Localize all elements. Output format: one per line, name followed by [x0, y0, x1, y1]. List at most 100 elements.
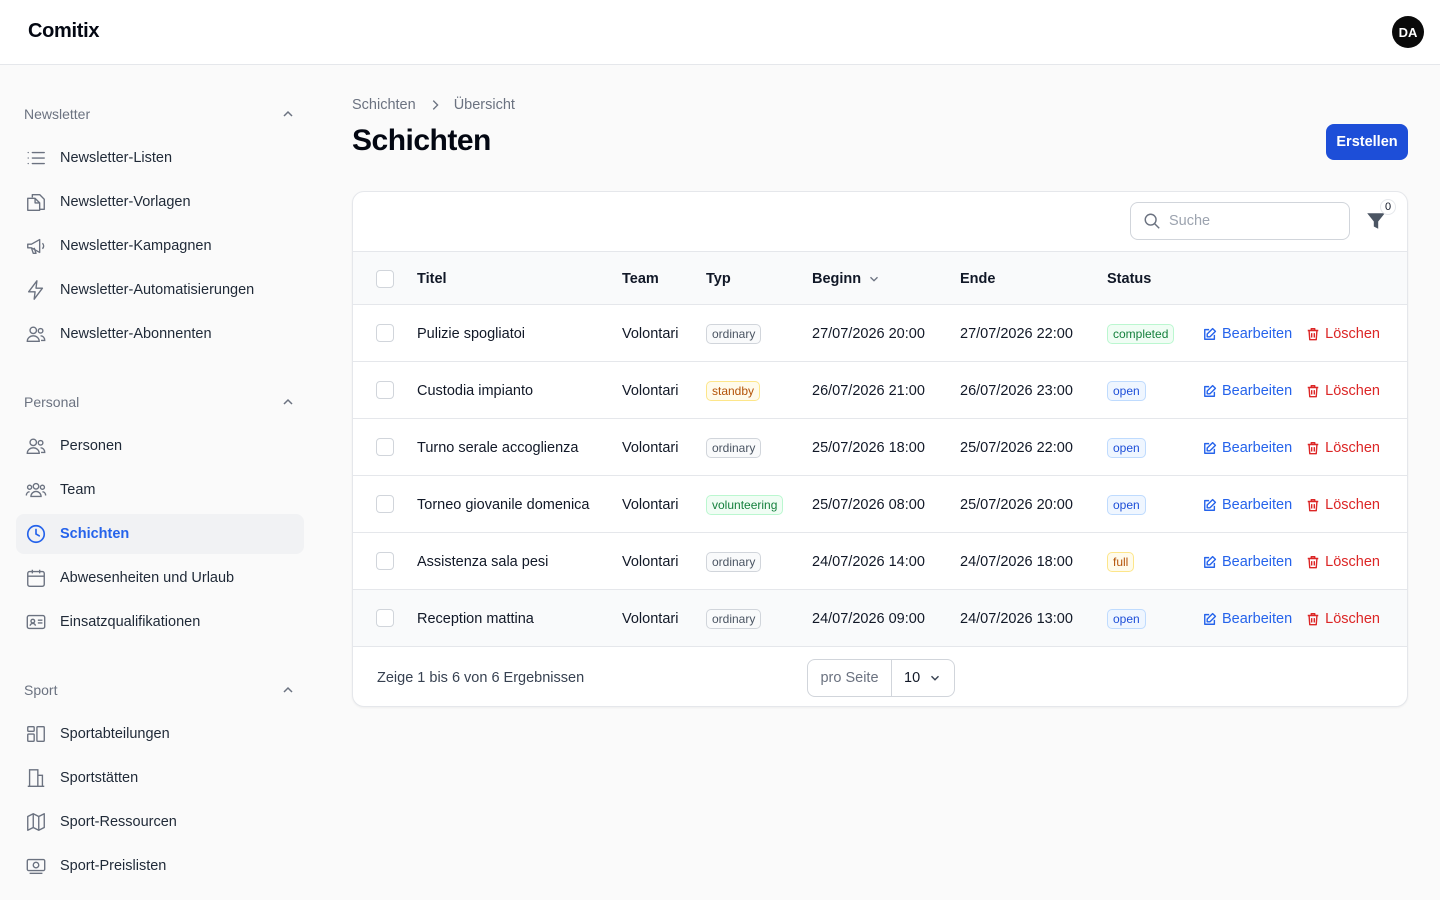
edit-label: Bearbeiten — [1222, 496, 1293, 513]
sidebar-item-sportstaetten[interactable]: Sportstätten — [16, 758, 304, 798]
breadcrumb: Schichten Übersicht — [352, 97, 515, 113]
column-header-end[interactable]: Ende — [960, 252, 995, 305]
column-header-status[interactable]: Status — [1107, 252, 1151, 305]
cell-title: Turno serale accoglienza — [417, 439, 579, 456]
cell-actions: Bearbeiten Löschen — [1203, 476, 1380, 533]
status-badge: open — [1107, 437, 1146, 458]
group-label: Personal — [24, 394, 80, 410]
breadcrumb-item-schichten[interactable]: Schichten — [352, 97, 416, 113]
sidebar-item-sport-preislisten[interactable]: Sport-Preislisten — [16, 846, 304, 886]
sidebar-item-einsatzqualifikationen[interactable]: Einsatzqualifikationen — [16, 602, 304, 642]
delete-button[interactable]: Löschen — [1306, 611, 1380, 627]
breadcrumb-item-uebersicht: Übersicht — [453, 97, 515, 113]
delete-button[interactable]: Löschen — [1306, 440, 1380, 456]
row-checkbox[interactable] — [376, 609, 394, 627]
column-header-title[interactable]: Titel — [417, 252, 447, 305]
table-row[interactable]: Pulizie spogliatoi Volontari ordinary 27/07… — [353, 305, 1407, 362]
sidebar-item-schichten[interactable]: Schichten — [16, 514, 304, 554]
sidebar: Newsletter Newsletter-Listen Newsletter-… — [0, 65, 320, 900]
sidebar-item-label: Abwesenheiten und Urlaub — [60, 570, 235, 586]
table-row[interactable]: Turno serale accoglienza Volontari ordinar… — [353, 419, 1407, 476]
users-icon — [24, 322, 48, 346]
cell-type: volunteering — [706, 476, 784, 533]
delete-label: Löschen — [1325, 439, 1380, 456]
edit-button[interactable]: Bearbeiten — [1203, 554, 1292, 570]
table-header: Titel Team Typ Beginn Ende Status — [353, 252, 1407, 305]
cell-end: 24/07/2026 13:00 — [960, 610, 1073, 627]
delete-label: Löschen — [1325, 610, 1380, 627]
sidebar-item-newsletter-abonnenten[interactable]: Newsletter-Abonnenten — [16, 314, 304, 354]
edit-button[interactable]: Bearbeiten — [1203, 440, 1292, 456]
sidebar-item-newsletter-automatisierungen[interactable]: Newsletter-Automatisierungen — [16, 270, 304, 310]
cell-title: Pulizie spogliatoi — [417, 325, 526, 342]
delete-label: Löschen — [1325, 496, 1380, 513]
sidebar-item-personen[interactable]: Personen — [16, 426, 304, 466]
per-page-select[interactable]: pro Seite 10 — [807, 659, 955, 697]
type-badge: volunteering — [706, 494, 784, 515]
group-sport-header[interactable]: Sport — [24, 678, 296, 702]
edit-button[interactable]: Bearbeiten — [1203, 326, 1292, 342]
delete-button[interactable]: Löschen — [1306, 497, 1380, 513]
table-row[interactable]: Custodia impianto Volontari standby 26/07/2… — [353, 362, 1407, 419]
type-badge: ordinary — [706, 608, 762, 629]
sidebar-item-sportabteilungen[interactable]: Sportabteilungen — [16, 714, 304, 754]
chevron-up-icon — [283, 398, 293, 405]
search-box[interactable] — [1130, 202, 1350, 240]
column-header-team[interactable]: Team — [622, 252, 659, 305]
id-card-icon — [24, 610, 48, 634]
sidebar-item-newsletter-kampagnen[interactable]: Newsletter-Kampagnen — [16, 226, 304, 266]
row-checkbox[interactable] — [376, 324, 394, 342]
user-avatar[interactable]: DA — [1392, 16, 1424, 48]
table-footer: Zeige 1 bis 6 von 6 Ergebnissen pro Seit… — [353, 648, 1407, 706]
select-all-checkbox[interactable] — [376, 270, 394, 288]
brand-logo[interactable]: Comitix — [28, 20, 100, 43]
table-row[interactable]: Assistenza sala pesi Volontari ordinary 24/… — [353, 533, 1407, 590]
cell-actions: Bearbeiten Löschen — [1203, 590, 1380, 647]
table-row[interactable]: Torneo giovanile domenica Volontari volunt… — [353, 476, 1407, 533]
edit-icon — [1204, 327, 1217, 340]
cell-team: Volontari — [622, 553, 679, 570]
edit-button[interactable]: Bearbeiten — [1203, 497, 1292, 513]
sidebar-item-newsletter-vorlagen[interactable]: Newsletter-Vorlagen — [16, 182, 304, 222]
sidebar-item-team[interactable]: Team — [16, 470, 304, 510]
chevron-down-icon — [870, 276, 879, 282]
edit-button[interactable]: Bearbeiten — [1203, 611, 1292, 627]
sidebar-item-label: Einsatzqualifikationen — [60, 614, 201, 630]
column-header-start[interactable]: Beginn — [812, 252, 881, 305]
cell-title: Assistenza sala pesi — [417, 553, 549, 570]
cell-start: 25/07/2026 08:00 — [812, 496, 925, 513]
delete-button[interactable]: Löschen — [1306, 554, 1380, 570]
cell-end: 25/07/2026 20:00 — [960, 496, 1073, 513]
row-checkbox[interactable] — [376, 381, 394, 399]
sidebar-item-newsletter-listen[interactable]: Newsletter-Listen — [16, 138, 304, 178]
row-checkbox[interactable] — [376, 495, 394, 513]
search-icon — [1144, 213, 1160, 229]
table-row[interactable]: Reception mattina Volontari ordinary 24/07/… — [353, 590, 1407, 647]
group-personal-header[interactable]: Personal — [24, 390, 296, 414]
sidebar-item-label: Sportabteilungen — [60, 726, 170, 742]
column-header-type[interactable]: Typ — [706, 252, 731, 305]
search-input[interactable] — [1169, 213, 1339, 229]
delete-button[interactable]: Löschen — [1306, 383, 1380, 399]
edit-button[interactable]: Bearbeiten — [1203, 383, 1292, 399]
chevron-down-icon — [931, 675, 939, 681]
cell-type: ordinary — [706, 533, 762, 590]
edit-icon — [1204, 441, 1217, 454]
sidebar-item-label: Schichten — [60, 526, 130, 542]
cell-actions: Bearbeiten Löschen — [1203, 533, 1380, 590]
sidebar-item-sport-ressourcen[interactable]: Sport-Ressourcen — [16, 802, 304, 842]
sidebar-item-label: Newsletter-Listen — [60, 150, 173, 166]
cell-start: 25/07/2026 18:00 — [812, 439, 925, 456]
create-button[interactable]: Erstellen — [1326, 124, 1408, 160]
sidebar-item-abwesenheiten[interactable]: Abwesenheiten und Urlaub — [16, 558, 304, 598]
banknote-icon — [24, 854, 48, 878]
cell-end: 26/07/2026 23:00 — [960, 382, 1073, 399]
delete-button[interactable]: Löschen — [1306, 326, 1380, 342]
row-checkbox[interactable] — [376, 552, 394, 570]
row-checkbox[interactable] — [376, 438, 394, 456]
group-newsletter-header[interactable]: Newsletter — [24, 102, 296, 126]
per-page-value[interactable]: 10 — [892, 670, 954, 686]
trash-icon — [1307, 612, 1319, 625]
delete-label: Löschen — [1325, 382, 1380, 399]
users-icon — [24, 434, 48, 458]
